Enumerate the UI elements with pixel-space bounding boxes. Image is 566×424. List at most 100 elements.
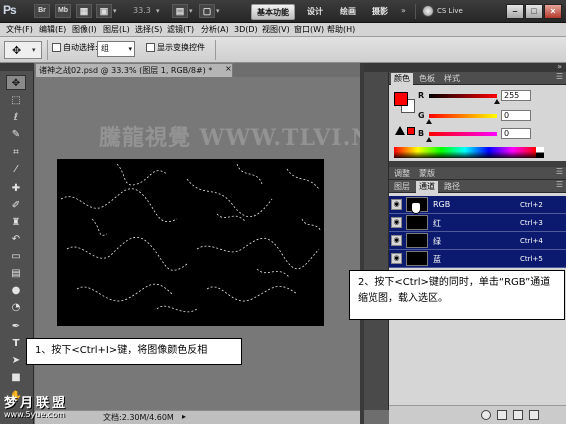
black-white-swatch[interactable] — [536, 147, 544, 158]
blue-slider-thumb[interactable] — [426, 137, 432, 142]
panel-menu-icon[interactable]: ☰ — [556, 167, 563, 176]
screen-mode-icon[interactable]: ▢ — [199, 4, 215, 18]
menu-3d[interactable]: 3D(D) — [234, 24, 258, 36]
blue-slider[interactable] — [429, 132, 497, 136]
bridge-icon[interactable]: Br — [34, 4, 50, 18]
show-transform-checkbox[interactable] — [146, 43, 155, 52]
arrange-dropdown-icon[interactable]: ▾ — [189, 7, 193, 15]
channel-thumbnail[interactable] — [406, 233, 428, 248]
healing-brush-icon[interactable]: ✚ — [6, 181, 26, 196]
channel-thumbnail[interactable] — [406, 215, 428, 230]
collapse-panels-icon[interactable]: » — [557, 62, 562, 71]
tab-paths[interactable]: 路径 — [441, 181, 463, 193]
red-value-input[interactable]: 255 — [501, 90, 531, 101]
channel-row-green[interactable]: ◉ 绿 Ctrl+4 — [389, 232, 566, 250]
menu-window[interactable]: 窗口(W) — [294, 24, 324, 36]
workspace-design-button[interactable]: 设计 — [301, 4, 329, 20]
menu-layer[interactable]: 图层(L) — [103, 24, 130, 36]
tab-color[interactable]: 颜色 — [391, 73, 413, 85]
menu-view[interactable]: 视图(V) — [262, 24, 290, 36]
tab-masks[interactable]: 蒙版 — [416, 168, 438, 180]
eye-icon[interactable]: ◉ — [391, 199, 402, 210]
out-of-gamut-warning-icon[interactable] — [395, 126, 405, 135]
workspace-painting-button[interactable]: 绘画 — [334, 4, 362, 20]
document-size-status[interactable]: 文档:2.30M/4.60M — [103, 412, 174, 423]
shape-tool-icon[interactable]: ■ — [6, 370, 26, 385]
minimize-button[interactable]: – — [506, 4, 524, 19]
menu-select[interactable]: 选择(S) — [135, 24, 162, 36]
path-select-icon[interactable]: ➤ — [6, 353, 26, 368]
extras-icon[interactable]: ▣ — [96, 4, 112, 18]
eye-icon[interactable]: ◉ — [391, 235, 402, 246]
eye-icon[interactable]: ◉ — [391, 217, 402, 228]
eye-icon[interactable]: ◉ — [391, 253, 402, 264]
panel-dock-header[interactable]: » — [364, 62, 566, 72]
menu-file[interactable]: 文件(F) — [6, 24, 33, 36]
tab-adjustments[interactable]: 调整 — [391, 168, 413, 180]
quick-select-tool-icon[interactable]: ✎ — [6, 127, 26, 142]
image-canvas[interactable] — [57, 159, 324, 326]
channel-thumbnail[interactable] — [406, 251, 428, 266]
zoom-dropdown-icon[interactable]: ▾ — [156, 7, 160, 15]
load-selection-icon[interactable] — [481, 410, 491, 420]
workspace-photography-button[interactable]: 摄影 — [366, 4, 394, 20]
gamut-color-swatch[interactable] — [407, 127, 415, 135]
color-spectrum-bar[interactable] — [394, 147, 536, 158]
menu-filter[interactable]: 滤镜(T) — [167, 24, 194, 36]
menu-image[interactable]: 图像(I) — [72, 24, 97, 36]
type-tool-icon[interactable]: T — [6, 336, 26, 351]
blue-value-input[interactable]: 0 — [501, 128, 531, 139]
auto-select-dropdown[interactable]: 组 ▾ — [97, 41, 135, 57]
green-slider[interactable] — [429, 114, 497, 118]
history-brush-icon[interactable]: ↶ — [6, 232, 26, 247]
move-tool-icon[interactable]: ✥ — [6, 75, 26, 90]
zoom-level[interactable]: 33.3 — [133, 6, 151, 15]
crop-tool-icon[interactable]: ⌗ — [6, 145, 26, 160]
delete-channel-icon[interactable] — [529, 410, 539, 420]
status-menu-icon[interactable]: ▸ — [182, 412, 186, 421]
eraser-tool-icon[interactable]: ▭ — [6, 249, 26, 264]
lasso-tool-icon[interactable]: ℓ — [6, 110, 26, 125]
tab-layers[interactable]: 图层 — [391, 181, 413, 193]
foreground-color-chip[interactable] — [394, 92, 408, 106]
extras-dropdown-icon[interactable]: ▾ — [113, 7, 117, 15]
auto-select-checkbox[interactable] — [52, 43, 61, 52]
close-document-icon[interactable]: × — [225, 64, 232, 73]
gradient-tool-icon[interactable]: ▤ — [6, 266, 26, 281]
tab-swatches[interactable]: 色板 — [416, 73, 438, 85]
arrange-documents-icon[interactable]: ▤ — [172, 4, 188, 18]
dodge-tool-icon[interactable]: ◔ — [6, 300, 26, 315]
mini-bridge-icon[interactable]: Mb — [55, 4, 71, 18]
menu-analysis[interactable]: 分析(A) — [201, 24, 229, 36]
pen-tool-icon[interactable]: ✒ — [6, 319, 26, 334]
panel-menu-icon[interactable]: ☰ — [556, 180, 563, 189]
more-workspaces-icon[interactable]: » — [401, 6, 406, 15]
screen-mode-dropdown-icon[interactable]: ▾ — [216, 7, 220, 15]
tab-styles[interactable]: 样式 — [441, 73, 463, 85]
eyedropper-tool-icon[interactable]: ⁄ — [6, 162, 26, 177]
brush-tool-icon[interactable]: ✐ — [6, 198, 26, 213]
new-channel-icon[interactable] — [513, 410, 523, 420]
blur-tool-icon[interactable]: ● — [6, 283, 26, 298]
menu-edit[interactable]: 编辑(E) — [39, 24, 66, 36]
channel-row-blue[interactable]: ◉ 蓝 Ctrl+5 — [389, 250, 566, 268]
close-button[interactable]: × — [544, 4, 562, 19]
marquee-tool-icon[interactable]: ⬚ — [6, 93, 26, 108]
clone-stamp-icon[interactable]: ♜ — [6, 215, 26, 230]
cs-live-label[interactable]: CS Live — [437, 7, 463, 15]
grid-view-icon[interactable]: ▦ — [76, 4, 92, 18]
panel-menu-icon[interactable]: ☰ — [556, 72, 563, 81]
green-value-input[interactable]: 0 — [501, 110, 531, 121]
red-slider-thumb[interactable] — [494, 99, 500, 104]
cs-live-icon[interactable] — [422, 5, 434, 17]
toolbar-grip[interactable] — [0, 63, 34, 71]
menu-help[interactable]: 帮助(H) — [327, 24, 355, 36]
red-slider[interactable] — [429, 94, 497, 98]
document-tab[interactable]: 诸神之战02.psd @ 33.3% (图层 1, RGB/8#) * — [35, 63, 233, 77]
tool-preset-picker[interactable]: ✥ ▾ — [4, 41, 42, 59]
tab-channels[interactable]: 通道 — [416, 181, 438, 193]
green-slider-thumb[interactable] — [426, 119, 432, 124]
workspace-essentials-button[interactable]: 基本功能 — [251, 4, 295, 20]
save-selection-icon[interactable] — [497, 410, 507, 420]
channel-row-red[interactable]: ◉ 红 Ctrl+3 — [389, 214, 566, 232]
